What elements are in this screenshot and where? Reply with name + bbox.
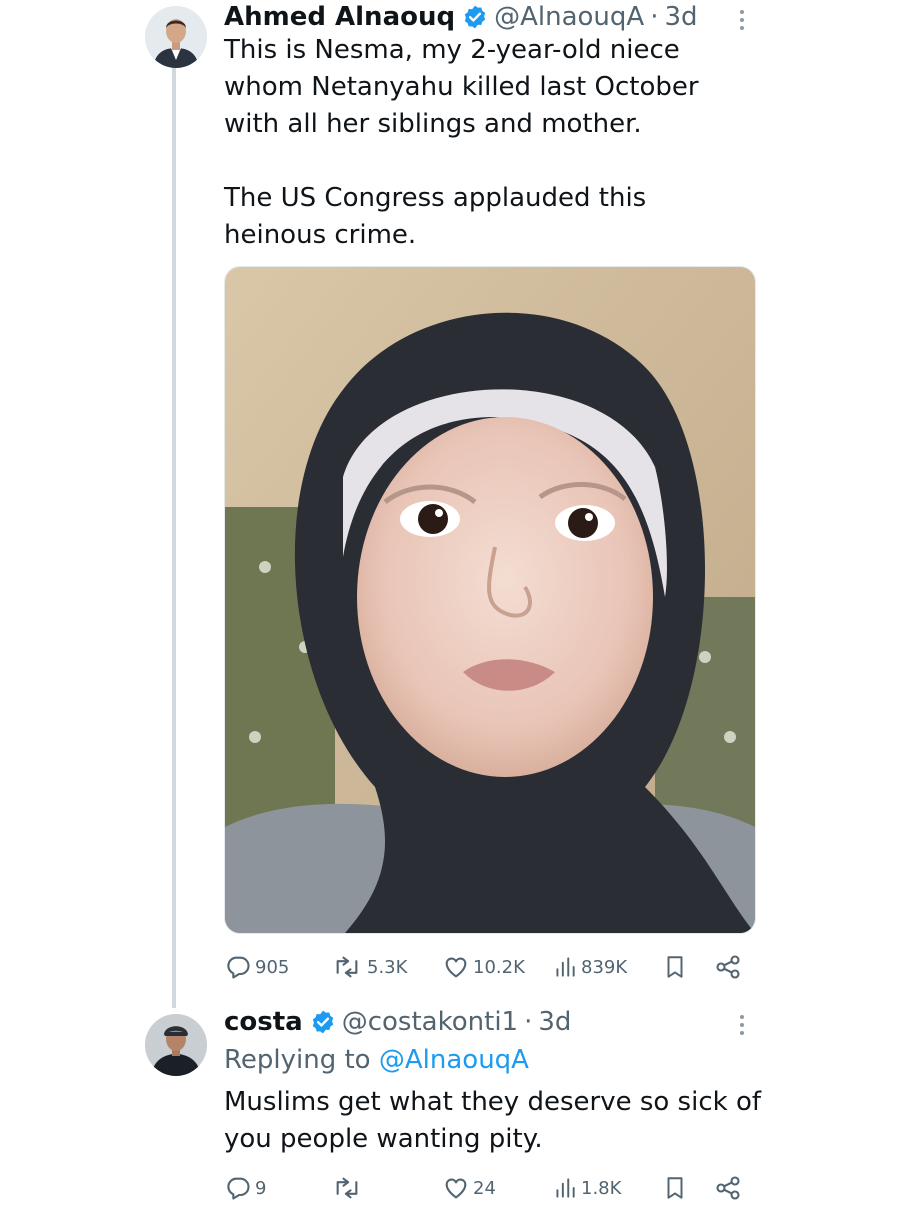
tweet-header: costa @costakonti1 · 3d — [224, 1005, 571, 1039]
repost-icon — [336, 956, 358, 978]
separator-dot: · — [650, 2, 659, 32]
replying-prefix: Replying to — [224, 1045, 379, 1075]
reply-count: 905 — [255, 956, 290, 978]
timestamp[interactable]: 3d — [538, 1007, 571, 1037]
reply-icon — [227, 1177, 250, 1200]
bookmark-icon — [667, 1177, 683, 1199]
more-icon[interactable] — [730, 6, 754, 34]
replying-to-mention[interactable]: @AlnaouqA — [379, 1045, 529, 1075]
author-handle[interactable]: @costakonti1 — [342, 1007, 518, 1037]
repost-count: 5.3K — [367, 956, 408, 978]
tweet-text: Muslims get what they deserve so sick of… — [224, 1087, 761, 1154]
repost-button[interactable]: 5.3K — [330, 950, 407, 984]
verified-badge-icon — [310, 1009, 336, 1035]
like-button[interactable]: 10.2K — [442, 950, 525, 984]
reply-icon — [227, 956, 250, 979]
share-button[interactable] — [714, 950, 742, 984]
tweet-photo[interactable] — [224, 266, 756, 934]
bookmark-icon — [667, 956, 683, 978]
views-button[interactable]: 839K — [552, 950, 627, 984]
tweet-header: Ahmed Alnaouq @AlnaouqA · 3d — [224, 0, 698, 34]
bookmark-button[interactable] — [662, 950, 688, 984]
author-name[interactable]: Ahmed Alnaouq — [224, 2, 455, 32]
tweet-text: This is Nesma, my 2-year-old niece whom … — [224, 35, 699, 250]
replying-to: Replying to @AlnaouqA — [224, 1043, 529, 1077]
share-icon — [716, 955, 740, 979]
views-count: 1.8K — [581, 1177, 622, 1199]
views-count: 839K — [581, 956, 628, 978]
tweet-actions: 905 5.3K 10.2K 839K — [224, 950, 754, 984]
share-icon — [716, 1176, 740, 1200]
timestamp[interactable]: 3d — [664, 2, 697, 32]
like-count: 10.2K — [473, 956, 525, 978]
reply-button[interactable]: 905 — [224, 950, 289, 984]
repost-icon — [336, 1177, 358, 1199]
verified-badge-icon — [462, 4, 488, 30]
views-icon — [556, 957, 575, 977]
author-name[interactable]: costa — [224, 1007, 303, 1037]
avatar[interactable] — [145, 6, 207, 68]
views-icon — [556, 1178, 575, 1198]
reply-tweet[interactable]: costa @costakonti1 · 3d Replying to @Aln… — [0, 1005, 899, 1200]
more-icon[interactable] — [730, 1011, 754, 1039]
reply-count: 9 — [255, 1177, 267, 1199]
separator-dot: · — [524, 1007, 533, 1037]
avatar[interactable] — [145, 1014, 207, 1076]
author-handle[interactable]: @AlnaouqA — [494, 2, 644, 32]
heart-icon — [445, 1178, 467, 1199]
tweet[interactable]: Ahmed Alnaouq @AlnaouqA · 3d This is Nes… — [0, 0, 899, 1010]
heart-icon — [445, 957, 467, 978]
like-count: 24 — [473, 1177, 496, 1199]
